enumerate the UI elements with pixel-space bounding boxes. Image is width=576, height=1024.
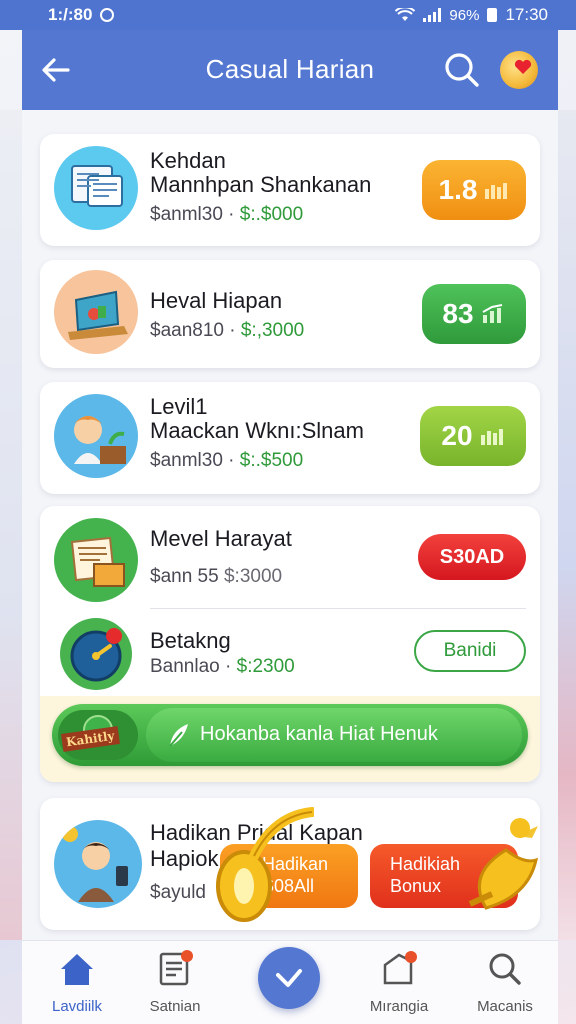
status-time-right: 17:30 bbox=[505, 5, 548, 24]
badge-value: 83 bbox=[442, 298, 474, 329]
laptop-icon bbox=[54, 270, 138, 354]
item-meta: $anml30 · $:.$000 bbox=[150, 204, 303, 226]
gold-key-icon bbox=[216, 807, 314, 922]
item-title: Heval Hiapan bbox=[150, 288, 283, 313]
background-left bbox=[0, 110, 22, 940]
badge-value: 20 bbox=[441, 420, 473, 451]
action-button[interactable]: Banidi bbox=[414, 630, 526, 672]
center-action-button[interactable] bbox=[258, 947, 320, 1009]
bars-icon bbox=[485, 183, 508, 199]
status-bar: 1:/:80 96% 17:30 bbox=[0, 0, 576, 30]
battery-percent: 96% bbox=[449, 6, 480, 24]
growth-icon bbox=[482, 304, 502, 323]
nav-item-documents[interactable]: Satnian bbox=[120, 949, 230, 1015]
item-meta: Bannlao · $:2300 bbox=[150, 656, 295, 678]
sale-badge[interactable]: S30AD bbox=[418, 534, 526, 580]
promo-text: Hokanba kanla Hiat Henuk bbox=[200, 723, 438, 745]
bars-icon bbox=[480, 429, 503, 445]
item-title: Levil1 bbox=[150, 394, 208, 419]
nav-item-home[interactable]: Lavdiilk bbox=[22, 949, 132, 1015]
list-group: Mevel Harayat $ann 55 $:3000 S30AD Betak… bbox=[40, 506, 540, 782]
person-phone-icon bbox=[54, 820, 142, 908]
item-meta-prefix: $ann 55 bbox=[150, 566, 224, 587]
profile-avatar[interactable] bbox=[500, 51, 538, 89]
bottom-navigation: Lavdiilk Satnian Mırangia Macanis bbox=[22, 940, 558, 1024]
leaf-icon bbox=[169, 724, 188, 747]
item-amount: $:2300 bbox=[236, 656, 295, 677]
nav-label: Macanis bbox=[477, 998, 533, 1015]
signal-icon bbox=[423, 8, 442, 22]
list-item[interactable]: Levil1 Maackan Wknı:Slnam $anml30 · $:.$… bbox=[40, 382, 540, 494]
nav-label: Mırangia bbox=[369, 998, 429, 1015]
item-meta-prefix: $anml30 · bbox=[150, 204, 240, 225]
score-badge[interactable]: 20 bbox=[420, 406, 526, 466]
item-amount: $:.$500 bbox=[239, 450, 304, 471]
item-amount: $:3000 bbox=[223, 566, 283, 587]
item-meta: $ann 55 $:3000 bbox=[150, 566, 282, 588]
list-item[interactable]: Hadikan Pridal Kapan Hapiok $ayuld Hadik… bbox=[40, 798, 540, 930]
item-meta: $aan810 · $:,3000 bbox=[150, 320, 304, 342]
score-badge[interactable]: 83 bbox=[422, 284, 526, 344]
notification-icon bbox=[100, 8, 115, 22]
item-subtitle: Mannhpan Shankanan bbox=[150, 172, 372, 197]
promo-banner[interactable]: Kahitly Hokanba kanla Hiat Henuk bbox=[52, 704, 528, 766]
check-icon bbox=[276, 969, 302, 987]
heart-icon bbox=[514, 59, 532, 74]
item-amount: $:.$000 bbox=[239, 204, 304, 225]
item-meta: $anml30 · $:.$500 bbox=[150, 450, 303, 472]
app-bar: Casual Harian bbox=[22, 30, 558, 110]
nav-item-folders[interactable]: Mırangia bbox=[344, 949, 454, 1015]
document-icon bbox=[54, 146, 138, 230]
status-time-left: 1:/:80 bbox=[48, 5, 93, 24]
score-badge[interactable]: 1.8 bbox=[422, 160, 526, 220]
item-meta: $ayuld bbox=[150, 882, 206, 903]
speedometer-icon bbox=[60, 618, 132, 690]
promo-tag: Kahitly bbox=[58, 710, 138, 760]
item-subtitle: Maackan Wknı:Slnam bbox=[150, 418, 364, 443]
folder-icon bbox=[383, 951, 417, 985]
item-meta-prefix: $aan810 · bbox=[150, 320, 241, 341]
divider bbox=[150, 608, 526, 609]
badge-value: S30AD bbox=[439, 545, 505, 568]
item-title: Kehdan bbox=[150, 148, 226, 173]
battery-icon bbox=[487, 8, 498, 22]
wifi-icon bbox=[395, 8, 416, 21]
item-meta-prefix: Bannlao · bbox=[150, 656, 237, 677]
nav-item-search[interactable]: Macanis bbox=[450, 949, 560, 1015]
nav-label: Lavdiilk bbox=[51, 998, 103, 1015]
search-icon[interactable] bbox=[442, 50, 482, 90]
home-icon bbox=[61, 954, 93, 985]
document-icon bbox=[159, 950, 193, 986]
item-meta-prefix: $anml30 · bbox=[150, 450, 240, 471]
badge-value: 1.8 bbox=[438, 174, 478, 205]
item-title: Mevel Harayat bbox=[150, 526, 292, 551]
list-item[interactable]: Kehdan Mannhpan Shankanan $anml30 · $:.$… bbox=[40, 134, 540, 246]
list-item[interactable]: Heval Hiapan $aan810 · $:,3000 83 bbox=[40, 260, 540, 368]
item-amount: $:,3000 bbox=[240, 320, 305, 341]
gold-horn-icon bbox=[468, 818, 539, 910]
nav-label: Satnian bbox=[149, 998, 201, 1015]
search-icon bbox=[489, 953, 521, 985]
gardener-icon bbox=[54, 394, 138, 478]
item-title: Betakng bbox=[150, 628, 231, 653]
mail-icon bbox=[54, 518, 138, 602]
